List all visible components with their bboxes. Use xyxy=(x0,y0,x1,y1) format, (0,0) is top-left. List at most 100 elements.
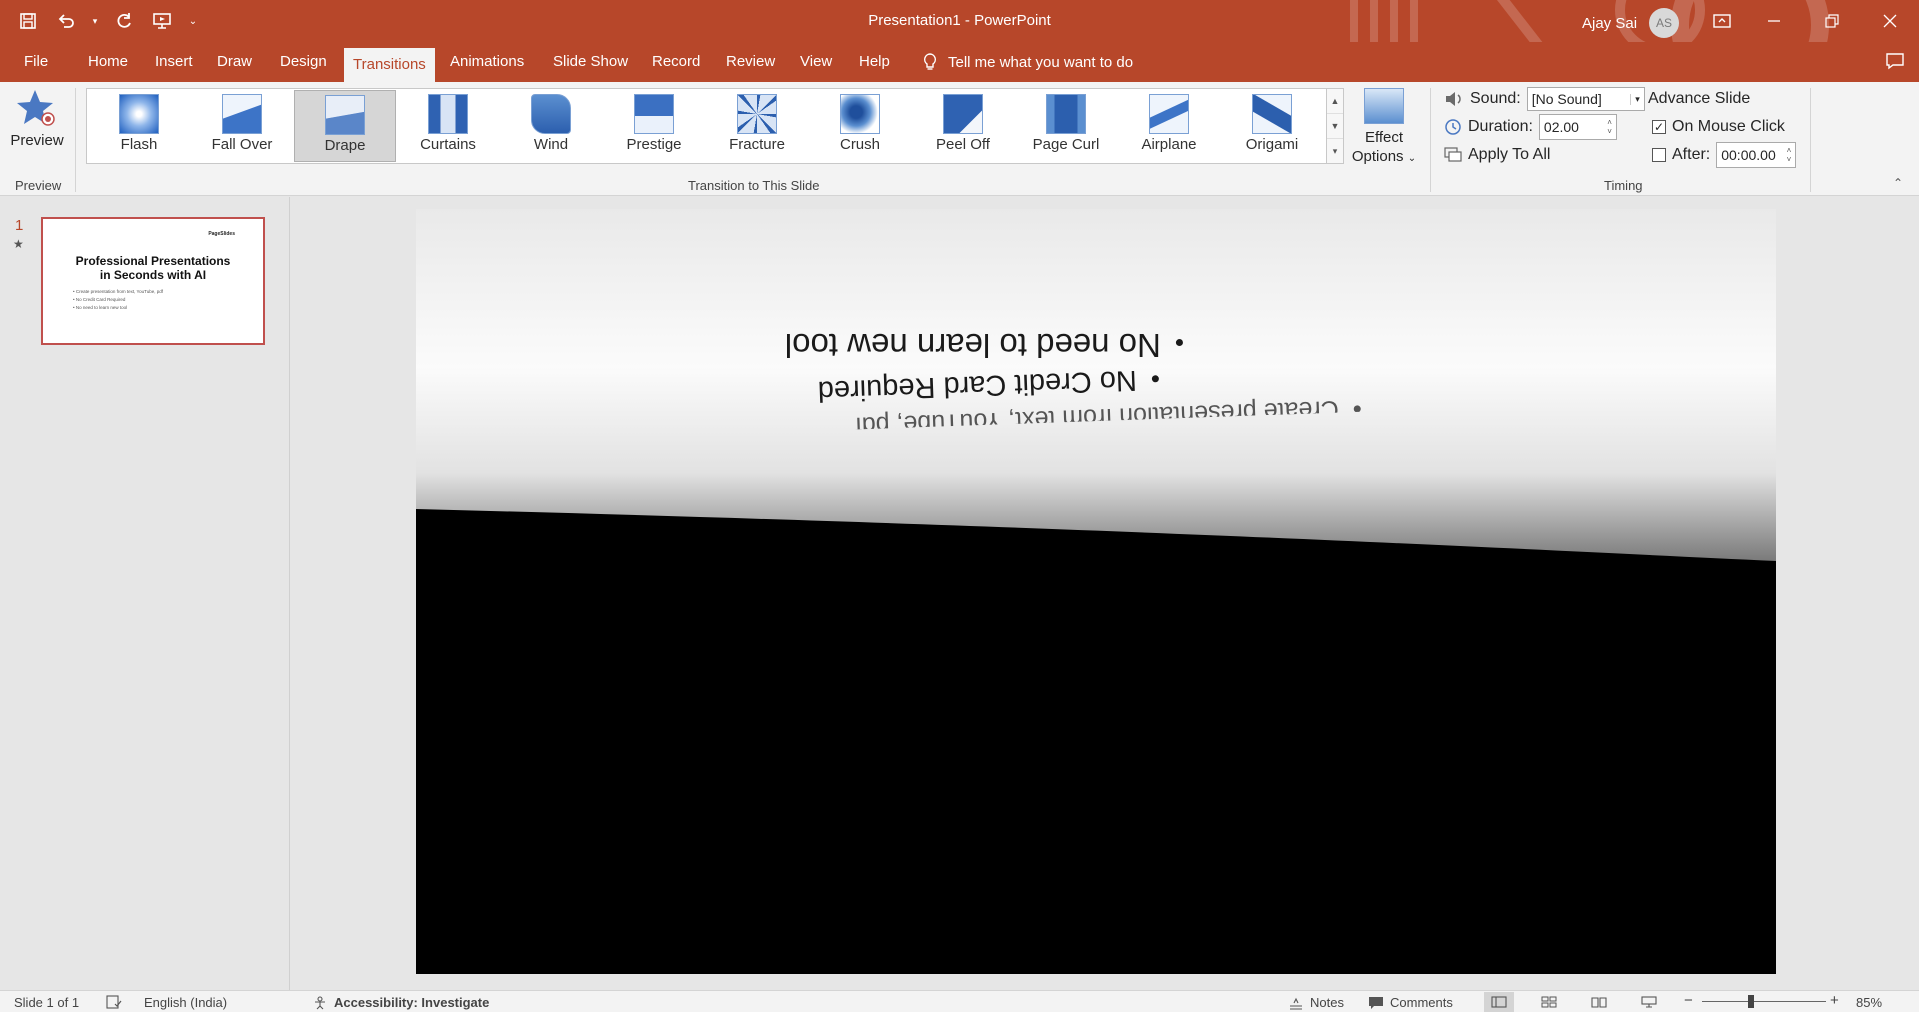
gallery-scroll-up[interactable]: ▲ xyxy=(1327,89,1343,114)
on-mouse-click-checkbox[interactable]: ✓ On Mouse Click xyxy=(1652,114,1785,140)
tab-file[interactable]: File xyxy=(15,42,57,82)
transition-peel-off[interactable]: Peel Off xyxy=(912,90,1014,162)
duration-input[interactable]: 02.00 ˄ ˅ xyxy=(1538,114,1617,140)
collapse-ribbon-icon[interactable]: ⌃ xyxy=(1893,176,1903,190)
effect-options-label-2: Options xyxy=(1351,148,1404,165)
apply-to-all-button[interactable]: Apply To All xyxy=(1444,142,1550,168)
slide-canvas[interactable]: •No need to learn new tool •No Credit Ca… xyxy=(416,209,1776,974)
transition-origami[interactable]: Origami xyxy=(1221,90,1323,162)
after-checkbox[interactable] xyxy=(1652,148,1666,162)
close-button[interactable] xyxy=(1861,0,1919,42)
notes-icon xyxy=(1290,997,1302,1010)
tab-transitions[interactable]: Transitions xyxy=(344,48,435,82)
mirrored-slide-text: •No need to learn new tool •No Credit Ca… xyxy=(416,209,1776,569)
zoom-level[interactable]: 85% xyxy=(1856,995,1882,1010)
slide-thumbnail[interactable]: PageSlides Professional Presentations in… xyxy=(41,217,265,345)
tab-help[interactable]: Help xyxy=(850,42,899,82)
accessibility-button[interactable]: Accessibility: Investigate xyxy=(312,995,489,1010)
transition-fall-over[interactable]: Fall Over xyxy=(191,90,293,162)
transition-page-curl[interactable]: Page Curl xyxy=(1015,90,1117,162)
minimize-button[interactable] xyxy=(1745,0,1803,42)
restore-button[interactable] xyxy=(1803,0,1861,42)
slide-sorter-button[interactable] xyxy=(1534,992,1564,1012)
comments-status-button[interactable]: Comments xyxy=(1368,995,1453,1010)
comments-button[interactable] xyxy=(1885,52,1905,75)
page-curl-icon xyxy=(1046,94,1086,134)
tab-record[interactable]: Record xyxy=(643,42,709,82)
zoom-out-button[interactable]: − xyxy=(1684,992,1693,1009)
comment-icon xyxy=(1886,53,1904,70)
transition-wind[interactable]: Wind xyxy=(500,90,602,162)
advance-slide-heading: Advance Slide xyxy=(1648,86,1750,112)
sound-row: Sound: [No Sound] ▾ xyxy=(1444,86,1645,112)
zoom-in-button[interactable]: + xyxy=(1830,992,1839,1009)
duration-label: Duration: xyxy=(1468,118,1533,135)
tab-slide-show[interactable]: Slide Show xyxy=(544,42,637,82)
transition-drape[interactable]: Drape xyxy=(294,90,396,162)
transition-crush[interactable]: Crush xyxy=(809,90,911,162)
transition-curtains[interactable]: Curtains xyxy=(397,90,499,162)
effect-options-icon xyxy=(1364,88,1404,124)
tab-draw[interactable]: Draw xyxy=(208,42,261,82)
slide-show-button[interactable] xyxy=(1634,992,1664,1012)
tab-view[interactable]: View xyxy=(791,42,841,82)
accessibility-icon xyxy=(315,995,325,1009)
effect-options-button[interactable]: Effect Options ⌄ xyxy=(1348,88,1420,174)
ribbon: Preview Preview Flash Fall Over Drape Cu… xyxy=(0,82,1919,196)
status-bar: Slide 1 of 1 English (India) Accessibili… xyxy=(0,990,1919,1012)
tell-me-search[interactable]: Tell me what you want to do xyxy=(922,42,1133,82)
sound-select[interactable]: [No Sound] ▾ xyxy=(1526,87,1645,111)
apply-to-all-label: Apply To All xyxy=(1468,146,1551,163)
notes-label: Notes xyxy=(1310,995,1344,1010)
accessibility-label: Accessibility: Investigate xyxy=(334,995,490,1010)
transition-star-icon: ★ xyxy=(13,237,24,251)
transition-label: Fracture xyxy=(729,136,785,153)
preview-button[interactable]: Preview xyxy=(10,88,64,158)
thumb-logo: PageSlides xyxy=(208,231,235,237)
reading-view-button[interactable] xyxy=(1584,992,1614,1012)
on-mouse-click-label: On Mouse Click xyxy=(1672,118,1785,135)
zoom-slider-thumb[interactable] xyxy=(1748,995,1754,1008)
transition-label: Peel Off xyxy=(936,136,990,153)
checkbox-checked-icon: ✓ xyxy=(1652,120,1666,134)
comments-label: Comments xyxy=(1390,995,1453,1010)
slide-sorter-icon xyxy=(1541,996,1557,1008)
spin-arrows-icon[interactable]: ˄ ˅ xyxy=(1787,146,1792,164)
avatar[interactable]: AS xyxy=(1649,8,1680,38)
tab-design[interactable]: Design xyxy=(271,42,336,82)
mirrored-line: •No Credit Card Required xyxy=(817,363,1161,407)
normal-view-button[interactable] xyxy=(1484,992,1514,1012)
spell-check-icon[interactable] xyxy=(106,995,122,1009)
transition-label: Crush xyxy=(839,136,880,153)
transition-airplane[interactable]: Airplane xyxy=(1118,90,1220,162)
origami-icon xyxy=(1252,94,1292,134)
zoom-slider-track[interactable] xyxy=(1702,1001,1826,1002)
group-label-timing: Timing xyxy=(1604,178,1643,193)
slide-count: Slide 1 of 1 xyxy=(14,995,80,1010)
transition-flash[interactable]: Flash xyxy=(88,90,190,162)
after-row: After: 00:00.00 ˄ ˅ xyxy=(1652,142,1797,168)
user-account[interactable]: Ajay Sai AS xyxy=(1582,8,1731,38)
after-label: After: xyxy=(1672,146,1711,163)
ribbon-tabs: File Home Insert Draw Design Transitions… xyxy=(0,42,1919,82)
thumb-title: Professional Presentations in Seconds wi… xyxy=(45,254,261,282)
transition-label: Fall Over xyxy=(211,136,273,153)
gallery-scroll: ▲ ▼ ▾ xyxy=(1326,88,1344,164)
tab-review[interactable]: Review xyxy=(717,42,784,82)
spin-arrows-icon[interactable]: ˄ ˅ xyxy=(1607,118,1612,136)
transition-prestige[interactable]: Prestige xyxy=(603,90,705,162)
tab-animations[interactable]: Animations xyxy=(441,42,533,82)
gallery-scroll-down[interactable]: ▼ xyxy=(1327,114,1343,139)
ribbon-display-icon[interactable] xyxy=(1713,13,1731,33)
gallery-more-button[interactable]: ▾ xyxy=(1327,139,1343,164)
language-indicator[interactable]: English (India) xyxy=(144,995,227,1010)
advance-slide-label: Advance Slide xyxy=(1648,90,1751,107)
tab-insert[interactable]: Insert xyxy=(146,42,202,82)
transition-label: Curtains xyxy=(420,136,476,153)
transition-fracture[interactable]: Fracture xyxy=(706,90,808,162)
tab-home[interactable]: Home xyxy=(79,42,137,82)
thumb-title-line: Professional Presentations xyxy=(75,254,231,268)
notes-button[interactable]: Notes xyxy=(1288,995,1344,1010)
duration-row: Duration: 02.00 ˄ ˅ xyxy=(1444,114,1617,140)
after-input[interactable]: 00:00.00 ˄ ˅ xyxy=(1716,142,1797,168)
